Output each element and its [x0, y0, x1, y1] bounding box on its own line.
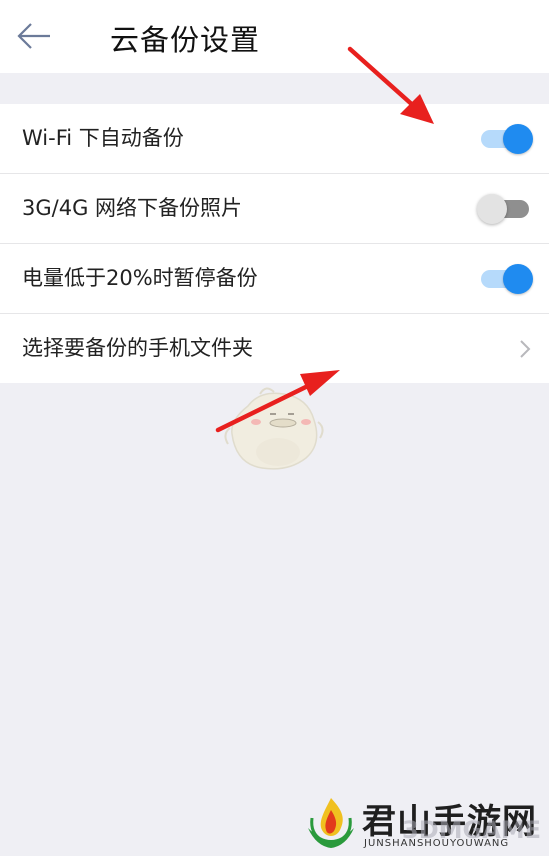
- setting-row-mobile-backup[interactable]: 3G/4G 网络下备份照片: [0, 174, 549, 244]
- settings-list: Wi-Fi 下自动备份 3G/4G 网络下备份照片 电量低于20%时暂停备份 选…: [0, 104, 549, 383]
- site-watermark: 君山手游网 3DMGAME JUNSHANSHOUYOUWANG: [302, 794, 542, 854]
- toggle-thumb: [477, 194, 507, 224]
- mobile-backup-toggle[interactable]: [477, 194, 533, 224]
- watermark-subtitle: JUNSHANSHOUYOUWANG: [364, 838, 510, 849]
- setting-label: 电量低于20%时暂停备份: [22, 266, 258, 290]
- page-title: 云备份设置: [110, 23, 261, 57]
- app-header: 云备份设置: [0, 0, 549, 73]
- setting-label: 选择要备份的手机文件夹: [22, 336, 253, 360]
- setting-label: 3G/4G 网络下备份照片: [22, 196, 243, 220]
- mascot-illustration: [224, 387, 324, 470]
- setting-row-low-battery-pause[interactable]: 电量低于20%时暂停备份: [0, 244, 549, 314]
- arrow-left-icon[interactable]: [14, 16, 54, 56]
- toggle-thumb: [503, 264, 533, 294]
- setting-label: Wi-Fi 下自动备份: [22, 126, 184, 150]
- setting-row-choose-folders[interactable]: 选择要备份的手机文件夹: [0, 314, 549, 383]
- flame-logo-icon: [308, 798, 354, 848]
- toggle-thumb: [503, 124, 533, 154]
- setting-row-wifi-backup[interactable]: Wi-Fi 下自动备份: [0, 104, 549, 174]
- low-battery-pause-toggle[interactable]: [477, 264, 533, 294]
- chevron-right-icon: [520, 340, 531, 358]
- wifi-backup-toggle[interactable]: [477, 124, 533, 154]
